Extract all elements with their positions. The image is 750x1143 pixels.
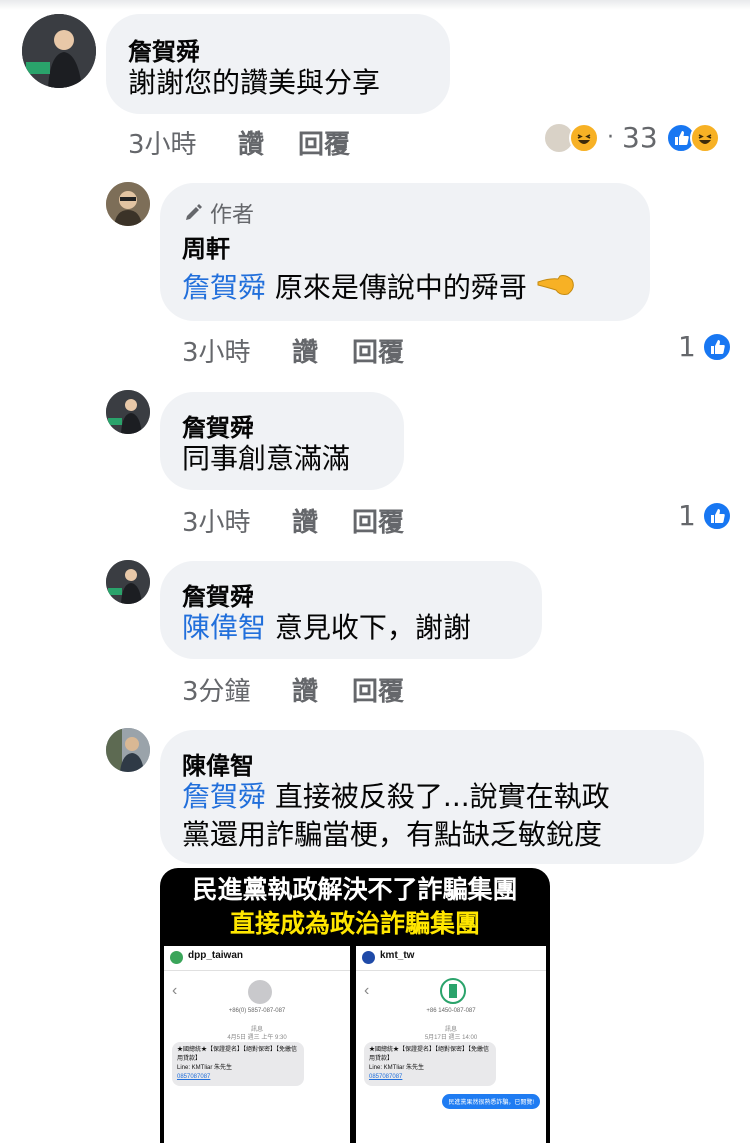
contact-phone: +86(0) 5857-087-087: [228, 1008, 286, 1014]
sms-line-1: ★國總統★【保證提名】【絕對保密】【免繳信用貸款】: [369, 1047, 490, 1062]
reply-author[interactable]: 周軒: [182, 229, 230, 264]
avatar-reply-1[interactable]: [106, 182, 150, 226]
message-date: 5月17日 週三 14:00: [424, 1035, 478, 1041]
avatar-photo: [22, 14, 96, 88]
sms-bubble: ★國總統★【保證提名】【絕對保密】【免繳信用貸款】 Line: KMTliar …: [172, 1042, 304, 1086]
reply-link[interactable]: 回覆: [352, 502, 404, 539]
phone-panel-left: dpp_taiwan ‹ +86(0) 5857-087-087 訊息 4月5日…: [164, 946, 350, 1143]
account-name: dpp_taiwan: [188, 950, 244, 961]
back-icon: ‹: [172, 982, 178, 999]
avatar-reply-2[interactable]: [106, 390, 150, 434]
reply-bubble-1[interactable]: 作者 周軒 詹賀舜 原來是傳說中的舜哥: [160, 183, 650, 321]
haha-icon: [689, 122, 720, 153]
reply-time[interactable]: 3小時: [182, 502, 251, 539]
reply-text-body: 原來是傳說中的舜哥: [274, 271, 527, 304]
contact-phone: +86 1450-087-087: [426, 1008, 476, 1014]
author-badge: 作者: [182, 197, 254, 229]
back-icon: ‹: [364, 982, 370, 999]
panel-header: dpp_taiwan: [164, 946, 350, 971]
avatar-reply-4[interactable]: [106, 728, 150, 772]
dpp-logo-icon: [440, 978, 466, 1004]
reply-bubble-2[interactable]: 詹賀舜 同事創意滿滿: [160, 392, 404, 490]
haha-icon: [569, 122, 599, 153]
like-icon: [701, 500, 732, 531]
sms-line-1: ★國總統★【保證提名】【絕對保密】【免繳信用貸款】: [177, 1047, 298, 1062]
account-name: kmt_tw: [380, 950, 415, 961]
author-badge-label: 作者: [210, 203, 255, 228]
image-attachment[interactable]: 民進黨執政解決不了詐騙集團 直接成為政治詐騙集團 dpp_taiwan ‹ +8…: [160, 868, 550, 1143]
attachment-headline-1: 民進黨執政解決不了詐騙集團: [192, 875, 518, 904]
account-avatar: [362, 951, 375, 964]
panel-header: kmt_tw: [356, 946, 546, 971]
pointing-hand-icon: [536, 268, 576, 310]
sms-line-3: 0857087087: [369, 1074, 403, 1080]
like-link[interactable]: 讚: [292, 332, 318, 369]
reaction-count: 33: [622, 121, 658, 154]
reaction-summary-main[interactable]: · 33: [543, 121, 720, 154]
sms-line-3: 0857087087: [177, 1074, 211, 1080]
avatar-main[interactable]: [22, 14, 96, 88]
message-date: 4月5日 週三 上午 9:30: [227, 1035, 287, 1041]
reaction-count: 1: [678, 499, 696, 532]
mention-link[interactable]: 詹賀舜: [182, 271, 266, 304]
comment-time[interactable]: 3小時: [128, 124, 197, 161]
phone-panel-right: kmt_tw ‹ +86 1450-087-087 訊息 5月17日 週三 14…: [356, 946, 546, 1143]
sms-line-2: Line: KMTliar 朱先生: [177, 1065, 233, 1071]
reply-text-line2: 黨還用詐騙當梗，有點缺乏敏銳度: [182, 818, 603, 851]
sms-reply-bubble: 民進黨果然很熟悉詐騙，已閱覽!: [442, 1094, 540, 1109]
attachment-headline-2: 直接成為政治詐騙集團: [229, 909, 480, 938]
like-icon: [701, 331, 732, 362]
mention-link[interactable]: 陳偉智: [182, 611, 266, 644]
like-link[interactable]: 讚: [238, 124, 264, 161]
account-avatar: [170, 951, 183, 964]
avatar-reply-3[interactable]: [106, 560, 150, 604]
reply-text-line1: 詹賀舜 直接被反殺了...說實在執政: [182, 776, 610, 818]
reaction-summary-reply-1[interactable]: 1: [678, 330, 732, 363]
reaction-summary-reply-2[interactable]: 1: [678, 499, 732, 532]
comment-bubble-main[interactable]: 詹賀舜 謝謝您的讚美與分享: [106, 14, 450, 114]
reply-time[interactable]: 3分鐘: [182, 671, 251, 708]
reply-link[interactable]: 回覆: [352, 671, 404, 708]
pencil-icon: [186, 204, 202, 220]
top-edge-shadow: [0, 0, 750, 10]
mention-link[interactable]: 詹賀舜: [182, 780, 266, 813]
like-link[interactable]: 讚: [292, 502, 318, 539]
reply-bubble-4[interactable]: 陳偉智 詹賀舜 直接被反殺了...說實在執政 黨還用詐騙當梗，有點缺乏敏銳度: [160, 730, 704, 864]
reply-text: 陳偉智 意見收下，謝謝: [182, 607, 471, 649]
reply-link[interactable]: 回覆: [298, 124, 350, 161]
comment-text: 謝謝您的讚美與分享: [128, 66, 381, 99]
like-link[interactable]: 讚: [292, 671, 318, 708]
reply-text-body: 直接被反殺了...說實在執政: [274, 780, 610, 813]
reply-text: 詹賀舜 原來是傳說中的舜哥: [182, 267, 576, 310]
reply-link[interactable]: 回覆: [352, 332, 404, 369]
contact-avatar-icon: [248, 980, 272, 1004]
reply-text-body: 意見收下，謝謝: [274, 611, 471, 644]
reaction-count: 1: [678, 330, 696, 363]
reply-bubble-3[interactable]: 詹賀舜 陳偉智 意見收下，謝謝: [160, 561, 542, 659]
reply-text: 同事創意滿滿: [182, 442, 351, 475]
sms-bubble: ★國總統★【保證提名】【絕對保密】【免繳信用貸款】 Line: KMTliar …: [364, 1042, 496, 1086]
reply-time[interactable]: 3小時: [182, 332, 251, 369]
sms-line-2: Line: KMTliar 朱先生: [369, 1065, 425, 1071]
